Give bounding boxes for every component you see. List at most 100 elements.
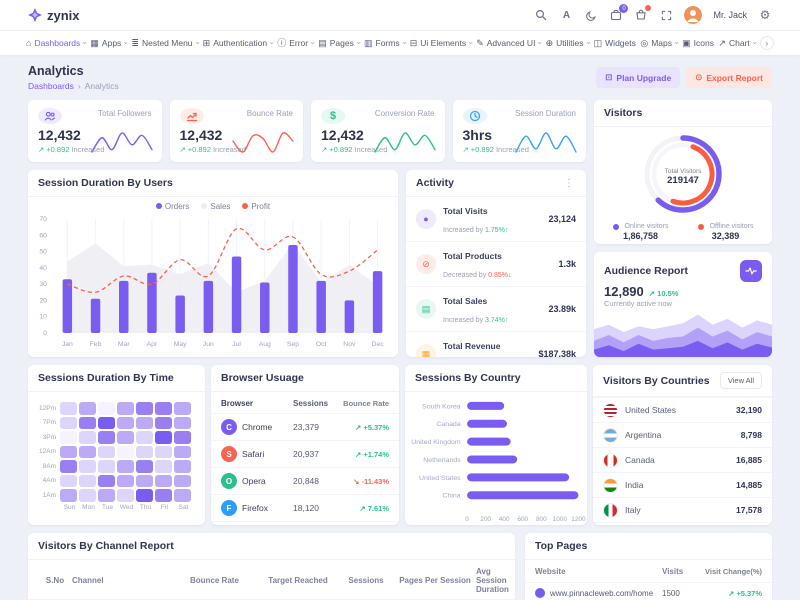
site-link[interactable]: www.pinnacleweb.com/home xyxy=(550,589,653,598)
svg-text:Canada: Canada xyxy=(436,421,461,428)
svg-text:600: 600 xyxy=(517,516,528,523)
heatmap-cell xyxy=(60,417,77,430)
firefox-icon: F xyxy=(221,500,237,516)
brand-name: zynix xyxy=(47,8,80,23)
nav-item-utilities[interactable]: ⊕Utilities› xyxy=(546,38,590,48)
heatmap-cell xyxy=(117,475,134,488)
heatmap-cell xyxy=(136,431,153,444)
card-title: Browser Usuage xyxy=(221,372,304,384)
chevron-down-icon: › xyxy=(81,42,89,45)
widgets-icon: ◫ xyxy=(594,39,603,48)
svg-text:30: 30 xyxy=(39,281,47,288)
trend-arrow-icon: ↘ xyxy=(353,477,359,486)
user-avatar[interactable] xyxy=(684,6,702,24)
nav-item-chart[interactable]: ↗Chart› xyxy=(718,38,755,48)
heatmap-cell xyxy=(174,402,191,415)
legend-orders: Orders xyxy=(156,202,189,211)
user-name[interactable]: Mr. Jack xyxy=(713,10,747,20)
sessions-by-country-card: Sessions By Country South KoreaCanadaUni… xyxy=(405,365,587,525)
svg-text:Netherlands: Netherlands xyxy=(423,457,461,464)
nav-item-widgets[interactable]: ◫Widgets xyxy=(594,38,636,48)
chevron-down-icon: › xyxy=(354,42,362,45)
trend-arrow-icon: ↗ xyxy=(359,504,365,513)
svg-text:Feb: Feb xyxy=(90,341,102,348)
view-all-button[interactable]: View All xyxy=(720,372,762,389)
breadcrumb-dashboards[interactable]: Dashboards xyxy=(28,81,74,91)
us-flag-icon xyxy=(603,403,618,418)
list-icon: ≣ xyxy=(131,39,139,48)
nav-item-authentication[interactable]: ⊞Authentication› xyxy=(203,38,273,48)
svg-text:50: 50 xyxy=(39,249,47,256)
chevron-down-icon: › xyxy=(750,42,758,45)
kebab-menu-icon[interactable]: ⋮ xyxy=(562,178,576,189)
main-nav: ⌂Dashboards› ▦Apps› ≣Nested Menu› ⊞Authe… xyxy=(0,30,800,55)
nav-scroll-right-icon[interactable]: › xyxy=(760,36,774,50)
heatmap-cell xyxy=(98,417,115,430)
svg-text:May: May xyxy=(174,341,188,348)
heatmap-cell xyxy=(136,460,153,473)
italy-flag-icon xyxy=(603,503,618,518)
fullscreen-icon[interactable] xyxy=(659,8,673,22)
top-pages-card: Top Pages Website Visits Visit Change(%)… xyxy=(525,533,772,600)
nav-item-ui-elements[interactable]: ⊟Ui Elements› xyxy=(410,38,472,48)
activity-pulse-button[interactable] xyxy=(740,260,762,282)
sessions-by-time-card: Sessions Duration By Time 12Pm7Pm3Pm12Am… xyxy=(28,365,205,525)
nav-item-icons[interactable]: ▣Icons xyxy=(682,38,714,48)
stat-cards-row: Total Followers 12,432 ↗+0.892Increased … xyxy=(28,100,586,162)
cart-icon[interactable] xyxy=(634,8,648,22)
stat-card-bounce-rate: Bounce Rate 12,432 ↗+0.892Increased xyxy=(170,100,304,162)
country-row-italy: Italy17,578 xyxy=(593,497,772,522)
card-title: Session Duration By Users xyxy=(38,177,173,189)
dark-mode-moon-icon[interactable] xyxy=(584,8,598,22)
trend-arrow-icon: ↗ xyxy=(728,589,734,598)
argentina-flag-icon xyxy=(603,428,618,443)
right-column: Visitors Total Visitors 219147 Online vi… xyxy=(594,100,772,357)
cart-badge-dot xyxy=(645,5,651,11)
card-title: Sessions By Country xyxy=(415,372,521,384)
chevron-down-icon: › xyxy=(536,42,544,45)
nav-item-nested-menu[interactable]: ≣Nested Menu› xyxy=(131,38,198,48)
heatmap-cell xyxy=(117,431,134,444)
icons-icon: ▣ xyxy=(682,39,691,48)
card-title: Top Pages xyxy=(535,540,587,552)
nav-item-apps[interactable]: ▦Apps› xyxy=(90,38,127,48)
audience-delta: ↗ 10.5% xyxy=(649,289,679,298)
export-report-button[interactable]: ⊙Export Report xyxy=(686,67,772,88)
browser-row-safari: SSafari 20,937 ↗+1.74% xyxy=(211,440,399,467)
nav-item-error[interactable]: ⓘError› xyxy=(277,38,314,48)
activity-row: ● Total VisitsIncreased by 1.75%↑ 23,124 xyxy=(406,197,586,242)
svg-text:Apr: Apr xyxy=(147,341,158,348)
audience-subtitle: Currently active now xyxy=(594,299,772,308)
top-page-row: www.pinnacleweb.com/home 1500 ↗+5.37% xyxy=(525,582,772,600)
nav-item-forms[interactable]: ▥Forms› xyxy=(364,38,405,48)
heatmap-cell xyxy=(79,402,96,415)
search-icon[interactable] xyxy=(534,8,548,22)
revenue-icon: ▦ xyxy=(416,344,436,357)
brand-logo-icon xyxy=(28,8,42,22)
stat-label: Session Duration xyxy=(515,109,576,118)
svg-text:Nov: Nov xyxy=(343,341,356,348)
stat-label: Conversion Rate xyxy=(375,109,435,118)
browser-usage-card: Browser Usuage Browser Sessions Bounce R… xyxy=(211,365,399,525)
briefcase-icon[interactable]: 0 xyxy=(609,8,623,22)
stat-card-session-duration: Session Duration 3hrs ↗+0.892Increased xyxy=(453,100,587,162)
card-title: Activity xyxy=(416,177,454,189)
heatmap-cell xyxy=(155,489,172,502)
heatmap-cell xyxy=(174,460,191,473)
briefcase-badge: 0 xyxy=(619,4,628,13)
heatmap-cell xyxy=(98,460,115,473)
trend-up-icon: ↗ xyxy=(321,145,327,154)
country-bar-chart: South KoreaCanadaUnited KingdomNetherlan… xyxy=(405,392,587,525)
dollar-icon: $ xyxy=(321,108,345,124)
trend-arrow-icon: ↑ xyxy=(505,317,509,324)
settings-gear-icon[interactable]: ⚙ xyxy=(758,8,772,22)
browser-row-firefox: FFirefox 18,120 ↗7.61% xyxy=(211,494,399,521)
nav-item-dashboards[interactable]: ⌂Dashboards› xyxy=(26,38,86,48)
nav-item-maps[interactable]: ◎Maps› xyxy=(640,38,677,48)
nav-item-pages[interactable]: ▤Pages› xyxy=(318,38,359,48)
nav-item-advanced-ui[interactable]: ✎Advanced UI› xyxy=(476,38,541,48)
brand[interactable]: zynix xyxy=(28,8,80,23)
legend-dot xyxy=(201,203,207,209)
plan-upgrade-button[interactable]: ⊡Plan Upgrade xyxy=(596,67,680,88)
language-icon[interactable]: A xyxy=(559,8,573,22)
